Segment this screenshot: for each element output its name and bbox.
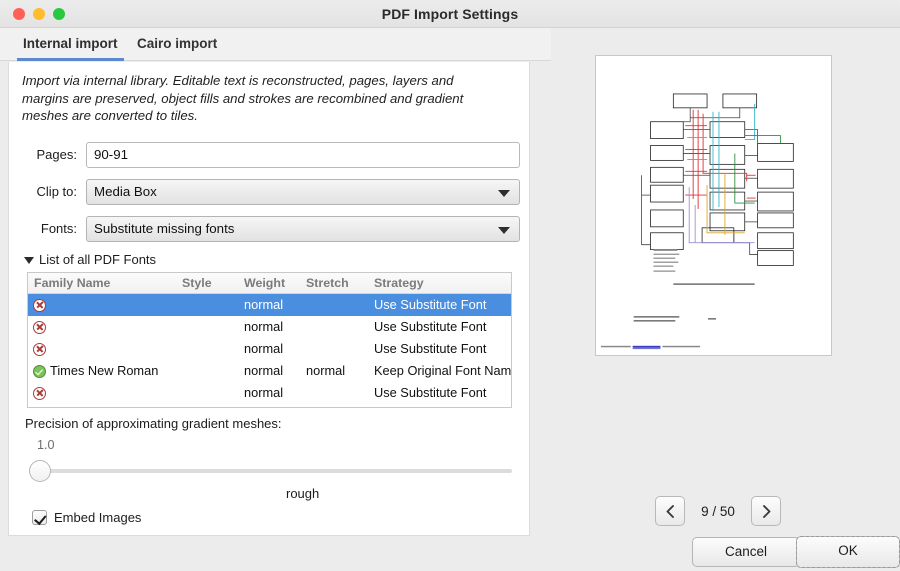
column-strategy: Strategy [368, 273, 511, 293]
embed-images-label: Embed Images [54, 510, 141, 525]
cell-strategy: Use Substitute Font [368, 338, 511, 360]
triangle-down-icon [24, 257, 34, 264]
status-missing-icon [33, 299, 46, 312]
column-family-name: Family Name [28, 273, 176, 293]
column-style: Style [176, 273, 238, 293]
previous-page-button[interactable] [655, 496, 685, 526]
cell-family-name [28, 316, 176, 338]
fonts-row: Fonts: Substitute missing fonts [9, 216, 531, 242]
table-row[interactable]: normal Use Substitute Font [28, 382, 511, 404]
precision-label: Precision of approximating gradient mesh… [25, 416, 282, 431]
slider-handle[interactable] [29, 460, 51, 482]
page-navigation: 9 / 50 [655, 496, 781, 526]
cell-strategy: Use Substitute Font [368, 382, 511, 404]
cell-weight: normal [238, 338, 300, 360]
cell-style [176, 316, 238, 338]
ok-button[interactable]: OK [796, 536, 900, 568]
cell-style [176, 360, 238, 382]
pages-label: Pages: [9, 142, 77, 168]
fonts-value: Substitute missing fonts [94, 221, 234, 236]
clip-to-row: Clip to: Media Box [9, 179, 531, 205]
cell-style [176, 382, 238, 404]
intro-description: Import via internal library. Editable te… [22, 72, 502, 125]
fonts-dropdown[interactable]: Substitute missing fonts [86, 216, 520, 242]
next-page-button[interactable] [751, 496, 781, 526]
cell-stretch [300, 382, 368, 404]
cell-weight: normal [238, 294, 300, 316]
cell-strategy: Keep Original Font Name [368, 360, 511, 382]
settings-panel: Import via internal library. Editable te… [8, 62, 530, 536]
status-missing-icon [33, 343, 46, 356]
table-header: Family Name Style Weight Stretch Strateg… [28, 273, 511, 294]
tab-bar: Internal import Cairo import [0, 28, 551, 61]
window-title: PDF Import Settings [0, 0, 900, 28]
chevron-right-icon [761, 504, 772, 519]
column-stretch: Stretch [300, 273, 368, 293]
table-row[interactable]: normal Use Substitute Font [28, 316, 511, 338]
chevron-left-icon [665, 504, 676, 519]
table-row[interactable]: normal Use Substitute Font [28, 294, 511, 316]
cell-strategy: Use Substitute Font [368, 316, 511, 338]
cell-family-name [28, 294, 176, 316]
chevron-down-icon [498, 190, 510, 197]
cell-stretch [300, 338, 368, 360]
clip-to-value: Media Box [94, 184, 157, 199]
status-missing-icon [33, 387, 46, 400]
title-bar: PDF Import Settings [0, 0, 900, 28]
cell-style [176, 338, 238, 360]
table-row[interactable]: Times New RomannormalnormalKeep Original… [28, 360, 511, 382]
fonts-list-disclosure[interactable]: List of all PDF Fonts [24, 251, 156, 269]
clip-to-dropdown[interactable]: Media Box [86, 179, 520, 205]
column-weight: Weight [238, 273, 300, 293]
cell-weight: normal [238, 316, 300, 338]
clip-to-label: Clip to: [9, 179, 77, 205]
cancel-button[interactable]: Cancel [692, 537, 800, 567]
page-indicator: 9 / 50 [697, 504, 739, 519]
table-body: normalUse Substitute FontnormalUse Subst… [28, 294, 511, 404]
slider-track [41, 469, 512, 473]
preview-page-render [596, 56, 831, 355]
cell-weight: normal [238, 360, 300, 382]
pdf-fonts-table[interactable]: Family Name Style Weight Stretch Strateg… [27, 272, 512, 408]
slider-scale-label: rough [286, 486, 319, 501]
pages-input[interactable]: 90-91 [86, 142, 520, 168]
cell-strategy: Use Substitute Font [368, 294, 511, 316]
cell-style [176, 294, 238, 316]
fonts-label: Fonts: [9, 216, 77, 242]
cell-stretch [300, 316, 368, 338]
table-row[interactable]: normal Use Substitute Font [28, 338, 511, 360]
status-missing-icon [33, 321, 46, 334]
cell-family-name [28, 382, 176, 404]
cell-stretch: normal [300, 360, 368, 382]
chevron-down-icon [498, 227, 510, 234]
family-name-text: Times New Roman [50, 360, 158, 382]
cell-family-name: Times New Roman [28, 360, 176, 382]
pdf-page-preview[interactable] [595, 55, 832, 356]
embed-images-checkbox[interactable]: Embed Images [32, 510, 141, 525]
fonts-list-label: List of all PDF Fonts [39, 251, 156, 269]
status-ok-icon [33, 365, 46, 378]
tab-internal-import[interactable]: Internal import [17, 28, 124, 61]
checkbox-checked-icon [32, 510, 47, 525]
pages-row: Pages: 90-91 [9, 142, 531, 168]
cell-weight: normal [238, 382, 300, 404]
precision-value: 1.0 [37, 438, 55, 452]
cell-family-name [28, 338, 176, 360]
cell-stretch [300, 294, 368, 316]
precision-slider[interactable] [29, 460, 512, 482]
pdf-import-settings-dialog: PDF Import Settings Internal import Cair… [0, 0, 900, 571]
tab-cairo-import[interactable]: Cairo import [131, 28, 223, 61]
